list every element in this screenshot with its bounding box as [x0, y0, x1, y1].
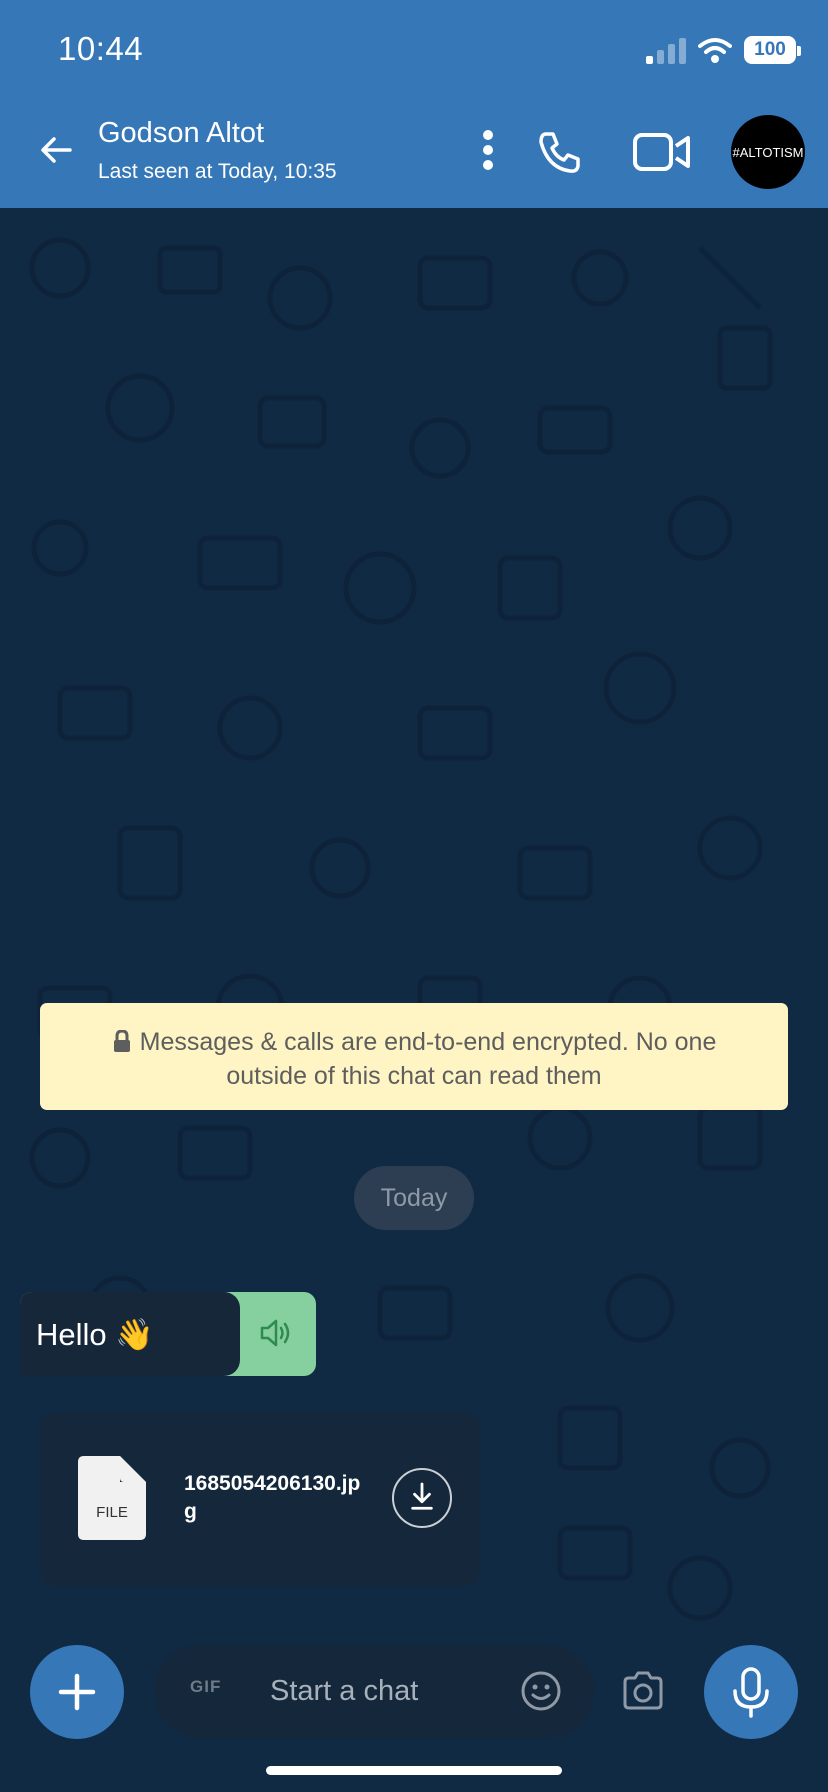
speaker-icon[interactable] [256, 1312, 298, 1354]
mic-button[interactable] [704, 1645, 798, 1739]
message-composer: GIF [154, 1644, 594, 1738]
contact-name[interactable]: Godson Altot [98, 117, 264, 150]
contact-status: Last seen at Today, 10:35 [98, 160, 337, 183]
phone-icon[interactable] [536, 128, 584, 176]
message-bubble[interactable]: Hello 👋 [20, 1292, 316, 1376]
download-icon[interactable] [392, 1468, 452, 1528]
status-icons: 100 [646, 30, 801, 70]
gif-button[interactable]: GIF [190, 1677, 221, 1697]
wifi-icon [698, 38, 732, 63]
mic-icon [733, 1667, 769, 1718]
back-icon[interactable] [36, 130, 76, 170]
add-button[interactable] [30, 1645, 124, 1739]
signal-icon [646, 36, 686, 64]
file-message[interactable]: FILE 1685054206130.jpg [40, 1412, 480, 1586]
date-separator: Today [354, 1166, 474, 1230]
lock-icon [113, 1030, 130, 1052]
camera-icon[interactable] [620, 1668, 666, 1714]
video-icon[interactable] [632, 128, 692, 176]
avatar[interactable]: #ALTOTISM [731, 115, 805, 189]
message-body: Hello 👋 [20, 1292, 240, 1376]
more-vertical-icon[interactable] [474, 126, 502, 174]
battery-icon: 100 [744, 36, 801, 64]
message-input[interactable] [270, 1666, 500, 1716]
message-text: Hello 👋 [36, 1317, 154, 1352]
file-type-label: FILE [96, 1504, 128, 1521]
plus-icon [58, 1673, 96, 1711]
file-name: 1685054206130.jpg [184, 1472, 361, 1523]
home-indicator[interactable] [266, 1766, 562, 1775]
chat-screen: 10:44 100 Godson Altot Last seen at Toda… [0, 0, 828, 1792]
encryption-notice-text: Messages & calls are end-to-end encrypte… [139, 1028, 717, 1090]
emoji-icon[interactable] [520, 1670, 562, 1712]
encryption-notice: Messages & calls are end-to-end encrypte… [40, 1003, 788, 1110]
status-time: 10:44 [58, 30, 144, 67]
header: 10:44 100 Godson Altot Last seen at Toda… [0, 0, 828, 208]
file-icon [78, 1456, 146, 1540]
